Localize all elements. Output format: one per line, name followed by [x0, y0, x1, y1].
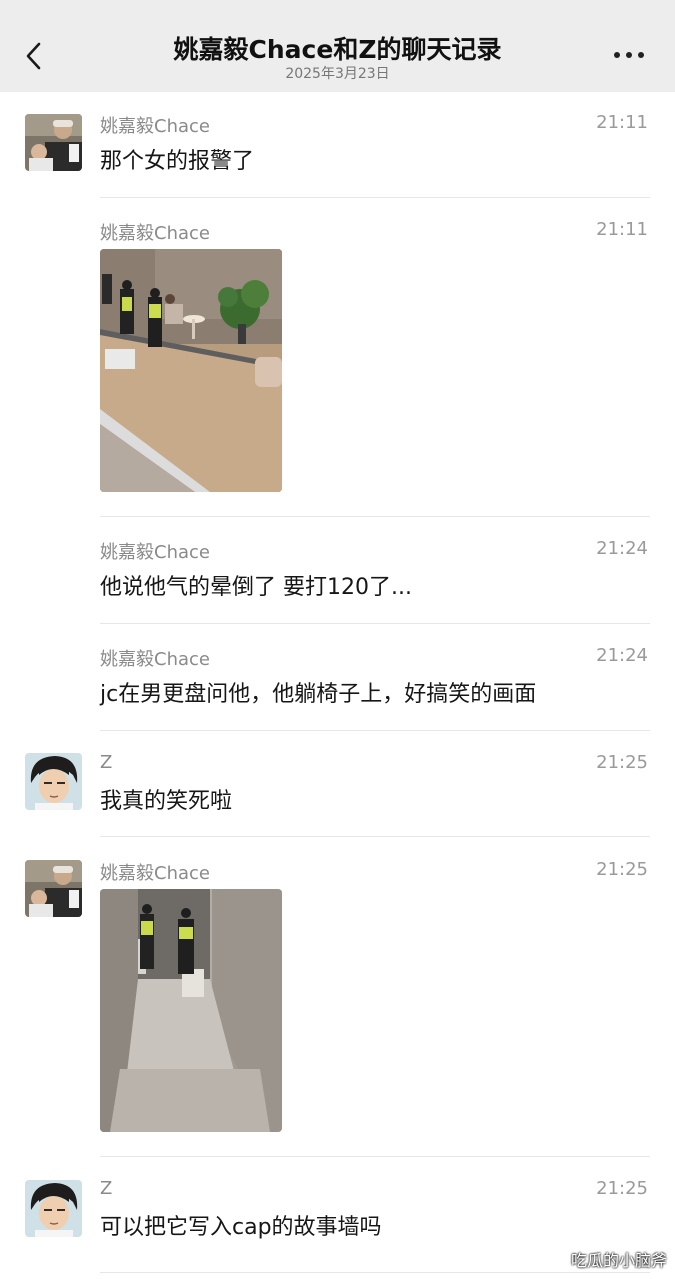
- divider: [100, 197, 650, 198]
- message-time: 21:25: [596, 859, 648, 880]
- message-time: 21:24: [596, 645, 648, 666]
- message-time: 21:25: [596, 1178, 648, 1199]
- divider: [100, 516, 650, 517]
- sender-name: 姚嘉毅Chace: [100, 223, 210, 244]
- divider: [100, 730, 650, 731]
- message-time: 21:25: [596, 752, 648, 773]
- divider: [100, 1272, 650, 1273]
- message-text[interactable]: 他说他气的晕倒了 要打120了...: [100, 569, 412, 601]
- message-image[interactable]: [100, 249, 282, 492]
- avatar-chace[interactable]: [25, 860, 82, 917]
- watermark: 吃瓜的小脑斧: [570, 1251, 667, 1270]
- chat-header: 姚嘉毅Chace和Z的聊天记录 2025年3月23日: [0, 0, 675, 92]
- message-text[interactable]: jc在男更盘问他，他躺椅子上，好搞笑的画面: [100, 676, 536, 708]
- message-text[interactable]: 可以把它写入cap的故事墙吗: [100, 1209, 382, 1241]
- divider: [100, 836, 650, 837]
- avatar-z[interactable]: [25, 1180, 82, 1237]
- sender-name: Z: [100, 1178, 113, 1199]
- avatar-chace[interactable]: [25, 114, 82, 171]
- chat-date: 2025年3月23日: [285, 66, 390, 82]
- sender-name: 姚嘉毅Chace: [100, 649, 210, 670]
- sender-name: 姚嘉毅Chace: [100, 863, 210, 884]
- message-text[interactable]: 我真的笑死啦: [100, 783, 232, 815]
- sender-name: 姚嘉毅Chace: [100, 116, 210, 137]
- sender-name: 姚嘉毅Chace: [100, 542, 210, 563]
- message-time: 21:11: [596, 112, 648, 133]
- chat-title: 姚嘉毅Chace和Z的聊天记录: [173, 35, 502, 64]
- more-button[interactable]: [614, 52, 650, 62]
- divider: [100, 1156, 650, 1157]
- sender-name: Z: [100, 752, 113, 773]
- message-text[interactable]: 那个女的报警了: [100, 143, 254, 175]
- divider: [100, 623, 650, 624]
- message-image[interactable]: [100, 889, 282, 1132]
- avatar-z[interactable]: [25, 753, 82, 810]
- chevron-left-icon: [26, 42, 41, 70]
- back-button[interactable]: [18, 36, 48, 76]
- message-time: 21:24: [596, 538, 648, 559]
- message-time: 21:11: [596, 219, 648, 240]
